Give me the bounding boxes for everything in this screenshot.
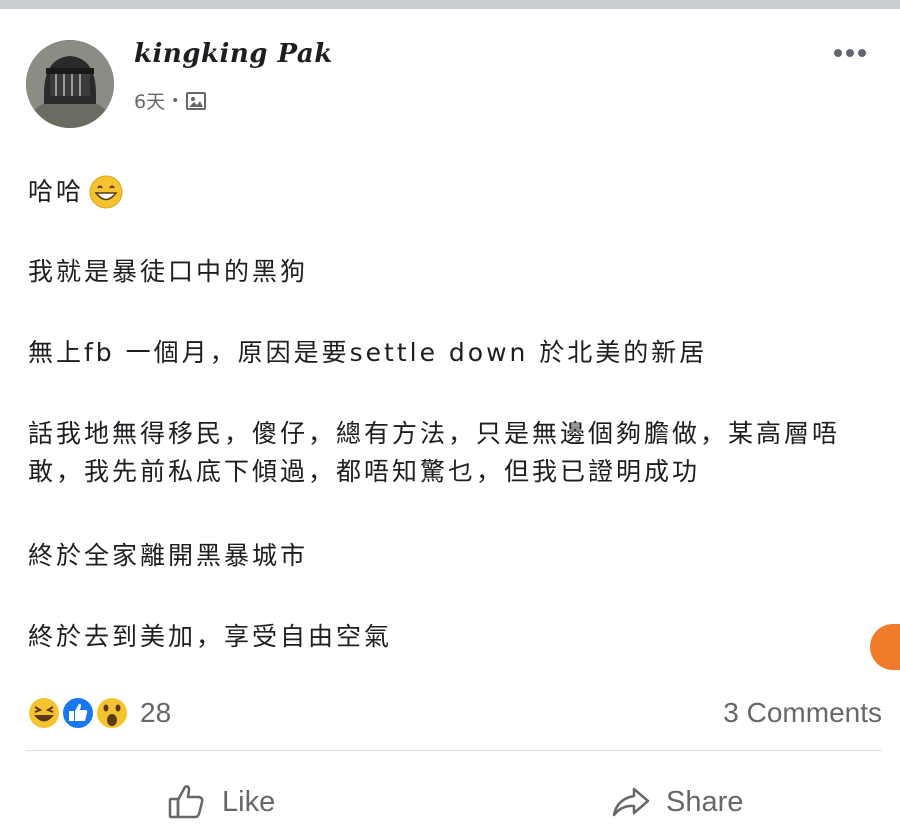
more-options-icon[interactable] [830,41,870,65]
avatar-image [26,40,114,128]
post-paragraph: 無上fb 一個月，原因是要settle down 於北美的新居 [28,338,708,367]
reaction-count[interactable]: 28 [140,697,171,729]
post-meta: 6天 • [134,87,207,114]
grinning-face-emoji [89,175,123,209]
share-label: Share [666,785,744,818]
avatar[interactable] [26,40,114,128]
post-paragraph: 終於去到美加，享受自由空氣 [28,622,393,651]
photo-icon [186,91,207,110]
reaction-icons[interactable] [26,695,136,731]
share-button[interactable]: Share [610,774,743,830]
more-dot [834,49,842,57]
post-paragraph: 話我地無得移民，傻仔，總有方法，只是無邊個夠膽做，某高層唔敢，我先前私底下傾過，… [28,419,841,486]
reactions-row: 28 3 Comments [26,693,882,733]
post-actions: Like Share [0,774,900,830]
like-reaction-icon [61,696,95,730]
more-dot [858,49,866,57]
post-card: kingking Pak 6天 • 哈哈 我就是暴徒口中的黑狗 無上fb 一個月… [0,9,900,832]
post-paragraph: 哈哈 [28,173,124,211]
post-paragraph: 終於全家離開黑暴城市 [28,541,309,570]
wow-reaction-icon [95,696,129,730]
thumbs-up-icon [168,785,204,819]
post-paragraph: 我就是暴徒口中的黑狗 [28,257,309,286]
actions-divider [26,750,882,751]
laughing-reaction-icon [27,696,61,730]
more-dot [846,49,854,57]
like-button[interactable]: Like [166,774,275,830]
top-divider-strip [0,0,900,9]
paragraph-text: 哈哈 [28,177,85,206]
floating-badge[interactable] [870,624,900,670]
author-name[interactable]: kingking Pak [134,39,333,69]
share-arrow-icon [612,787,650,817]
post-time[interactable]: 6天 [134,87,165,114]
comments-count[interactable]: 3 Comments [723,697,882,729]
like-label: Like [222,785,276,818]
meta-separator: • [171,92,180,109]
